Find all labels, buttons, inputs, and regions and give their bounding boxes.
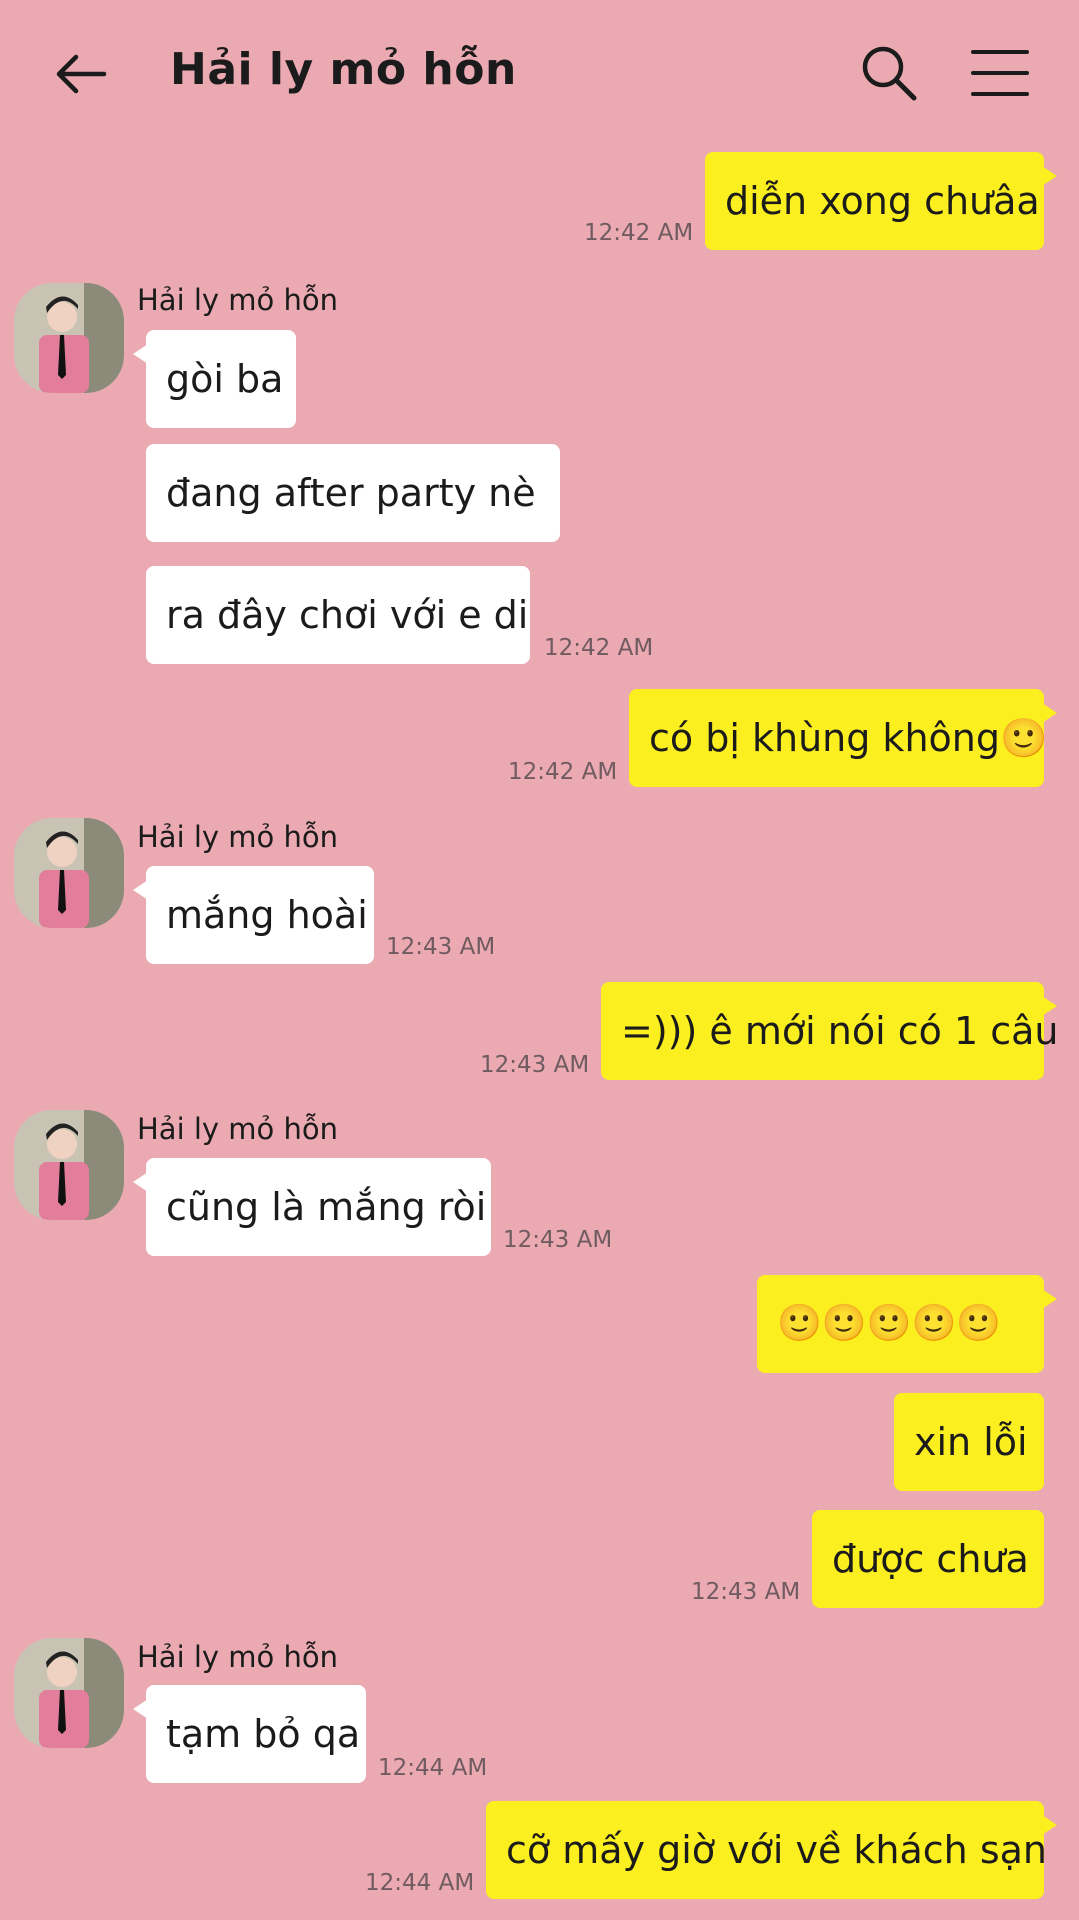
avatar-photo xyxy=(14,283,124,393)
contact-avatar[interactable] xyxy=(14,1638,124,1748)
sender-name: Hải ly mỏ hỗn xyxy=(137,820,339,854)
sender-name: Hải ly mỏ hỗn xyxy=(137,1112,339,1146)
contact-avatar[interactable] xyxy=(14,283,124,393)
back-button[interactable] xyxy=(50,44,110,104)
outgoing-message[interactable]: xin lỗi xyxy=(894,1393,1044,1491)
outgoing-message[interactable]: cỡ mấy giờ với về khách sạn xyxy=(486,1801,1057,1899)
sender-name: Hải ly mỏ hỗn xyxy=(137,1640,339,1674)
avatar-photo xyxy=(14,1638,124,1748)
menu-button[interactable] xyxy=(970,48,1030,98)
avatar-photo xyxy=(14,1110,124,1220)
contact-avatar[interactable] xyxy=(14,1110,124,1220)
incoming-message[interactable]: cũng là mắng ròi xyxy=(133,1158,491,1256)
hamburger-menu-icon xyxy=(971,50,1029,96)
message-timestamp: 12:43 AM xyxy=(480,1052,590,1078)
outgoing-message[interactable]: diễn xong chưâa xyxy=(705,152,1057,250)
message-timestamp: 12:43 AM xyxy=(691,1579,801,1605)
message-timestamp: 12:43 AM xyxy=(503,1227,613,1253)
message-timestamp: 12:42 AM xyxy=(544,635,654,661)
outgoing-message[interactable]: 🙂🙂🙂🙂🙂 xyxy=(757,1275,1057,1373)
incoming-message[interactable]: mắng hoài xyxy=(133,866,374,964)
arrow-left-icon xyxy=(56,54,107,94)
message-timestamp: 12:44 AM xyxy=(378,1755,488,1781)
search-button[interactable] xyxy=(858,42,920,104)
search-icon xyxy=(862,46,917,101)
sender-name: Hải ly mỏ hỗn xyxy=(137,283,339,317)
incoming-message[interactable]: đang after party nè xyxy=(146,444,560,542)
incoming-message[interactable]: gòi ba xyxy=(133,330,296,428)
outgoing-message[interactable]: =))) ê mới nói có 1 câu xyxy=(601,982,1058,1080)
incoming-message[interactable]: ra đây chơi với e di xyxy=(146,566,530,664)
message-timestamp: 12:43 AM xyxy=(386,934,496,960)
message-timestamp: 12:44 AM xyxy=(365,1870,475,1896)
contact-avatar[interactable] xyxy=(14,818,124,928)
chat-header: Hải ly mỏ hỗn xyxy=(0,0,1079,150)
incoming-message[interactable]: tạm bỏ qa xyxy=(133,1685,366,1783)
message-timestamp: 12:42 AM xyxy=(508,759,618,785)
chat-title: Hải ly mỏ hỗn xyxy=(170,44,517,95)
avatar-photo xyxy=(14,818,124,928)
outgoing-message[interactable]: được chưa xyxy=(812,1510,1044,1608)
message-timestamp: 12:42 AM xyxy=(584,220,694,246)
outgoing-message[interactable]: có bị khùng không🙂 xyxy=(629,689,1057,787)
